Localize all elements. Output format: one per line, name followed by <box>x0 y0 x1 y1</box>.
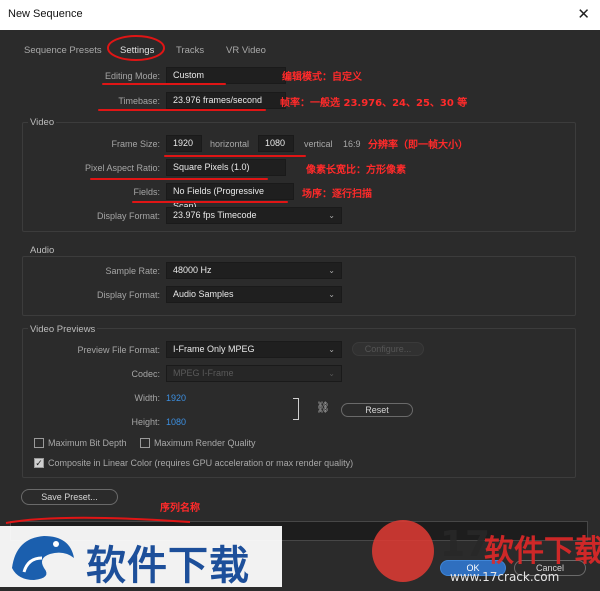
watermark-left: 软件下载 <box>0 526 282 589</box>
fields-label: Fields: <box>133 187 160 197</box>
annotation-frame-size: 分辨率（即一帧大小） <box>368 140 468 151</box>
codec-label: Codec: <box>131 369 160 379</box>
preview-height-value[interactable]: 1080 <box>166 417 186 427</box>
watermark-number: 17 <box>440 524 491 565</box>
max-bit-depth-label: Maximum Bit Depth <box>48 438 127 448</box>
configure-button[interactable]: Configure... <box>352 342 424 356</box>
watermark-right-text: 软件下载 <box>484 534 600 569</box>
preview-width-value[interactable]: 1920 <box>166 393 186 403</box>
underline-par <box>90 178 268 180</box>
fields-select[interactable]: No Fields (Progressive Scan) <box>166 183 294 211</box>
preview-width-label: Width: <box>134 393 160 403</box>
max-render-quality-label: Maximum Render Quality <box>154 438 256 448</box>
editing-mode-value: Custom <box>173 70 205 80</box>
frame-width-input[interactable]: 1920 <box>166 135 202 152</box>
tab-tracks[interactable]: Tracks <box>176 45 204 56</box>
chevron-down-icon: ⌄ <box>328 290 335 299</box>
title-bar: New Sequence ✕ <box>0 0 600 30</box>
audio-display-format-label: Display Format: <box>96 290 160 300</box>
audio-section-title: Audio <box>28 245 57 256</box>
chevron-down-icon: ⌄ <box>328 369 335 378</box>
codec-value: MPEG I-Frame <box>173 368 234 378</box>
editing-mode-label: Editing Mode: <box>104 71 160 81</box>
sample-rate-value: 48000 Hz <box>173 265 212 275</box>
annotation-editing-mode: 编辑模式：自定义 <box>282 72 362 83</box>
frame-height-input[interactable]: 1080 <box>258 135 294 152</box>
par-value: Square Pixels (1.0) <box>173 162 250 172</box>
tab-vr-video[interactable]: VR Video <box>226 45 266 56</box>
sample-rate-select[interactable]: 48000 Hz ⌄ <box>166 262 342 279</box>
par-label: Pixel Aspect Ratio: <box>84 163 160 173</box>
watermark-left-text: 软件下载 <box>86 543 250 589</box>
tab-sequence-presets[interactable]: Sequence Presets <box>24 45 102 56</box>
editing-mode-select[interactable]: Custom <box>166 67 286 84</box>
window-title: New Sequence <box>8 8 83 20</box>
watermark-right: 17 软件下载 www.17crack.com <box>372 518 600 587</box>
reset-button[interactable]: Reset <box>341 403 413 417</box>
aspect-ratio-label: 16:9 <box>343 139 361 149</box>
annotation-par: 像素长宽比：方形像素 <box>306 165 406 176</box>
video-section-title: Video <box>28 117 57 128</box>
preview-file-format-select[interactable]: I-Frame Only MPEG ⌄ <box>166 341 342 358</box>
dragon-logo-icon <box>12 536 74 580</box>
horizontal-label: horizontal <box>210 139 250 149</box>
display-format-value: 23.976 fps Timecode <box>173 210 257 220</box>
linear-color-checkbox[interactable]: ✓ <box>34 458 44 468</box>
settings-tab-circle <box>107 35 165 61</box>
preview-height-label: Height: <box>131 417 160 427</box>
par-select[interactable]: Square Pixels (1.0) <box>166 159 286 176</box>
watermark-globe-icon <box>372 520 434 582</box>
annotation-fields: 场序：逐行扫描 <box>302 189 372 200</box>
chevron-down-icon: ⌄ <box>328 266 335 275</box>
underline-editing-mode <box>102 83 226 85</box>
display-format-label: Display Format: <box>96 211 160 221</box>
underline-timebase <box>98 109 266 111</box>
vertical-label: vertical <box>304 139 333 149</box>
underline-frame-size <box>164 155 306 157</box>
watermark-url: www.17crack.com <box>450 570 560 584</box>
link-icon[interactable]: ⛓ <box>316 401 330 414</box>
timebase-label: Timebase: <box>118 96 160 106</box>
close-icon[interactable]: ✕ <box>577 5 590 23</box>
display-format-select[interactable]: 23.976 fps Timecode ⌄ <box>166 207 342 224</box>
linear-color-label: Composite in Linear Color (requires GPU … <box>48 458 354 468</box>
timebase-select[interactable]: 23.976 frames/second <box>166 92 286 109</box>
codec-select[interactable]: MPEG I-Frame ⌄ <box>166 365 342 382</box>
audio-display-format-value: Audio Samples <box>173 289 234 299</box>
max-render-quality-checkbox[interactable] <box>140 438 150 448</box>
link-bracket <box>293 398 299 420</box>
underline-fields <box>132 201 288 203</box>
preview-file-format-value: I-Frame Only MPEG <box>173 344 255 354</box>
chevron-down-icon: ⌄ <box>328 211 335 220</box>
frame-size-label: Frame Size: <box>111 139 160 149</box>
save-preset-button[interactable]: Save Preset... <box>21 489 118 505</box>
max-bit-depth-checkbox[interactable] <box>34 438 44 448</box>
video-previews-section-title: Video Previews <box>28 324 98 335</box>
sample-rate-label: Sample Rate: <box>105 266 160 276</box>
audio-display-format-select[interactable]: Audio Samples ⌄ <box>166 286 342 303</box>
preview-file-format-label: Preview File Format: <box>77 345 160 355</box>
timebase-value: 23.976 frames/second <box>173 95 263 105</box>
chevron-down-icon: ⌄ <box>328 345 335 354</box>
annotation-timebase: 帧率：一般选 23.976、24、25、30 等 <box>280 98 468 109</box>
